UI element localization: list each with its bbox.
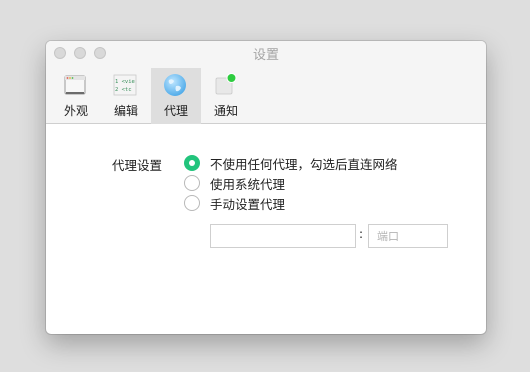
window-icon — [64, 75, 86, 95]
radio-manual-proxy[interactable] — [184, 195, 200, 211]
proxy-port-input[interactable] — [368, 224, 448, 248]
host-port-separator: : — [359, 227, 364, 241]
option-system-proxy-label[interactable]: 使用系统代理 — [210, 174, 285, 193]
radio-no-proxy[interactable] — [184, 155, 200, 171]
tab-appearance[interactable]: 外观 — [51, 68, 101, 124]
proxy-settings-label: 代理设置 — [112, 158, 163, 173]
svg-text:2 <tc: 2 <tc — [115, 87, 132, 93]
option-no-proxy-label[interactable]: 不使用任何代理，勾选后直连网络 — [210, 154, 398, 173]
radio-system-proxy[interactable] — [184, 175, 200, 191]
titlebar-toolbar: 设置 外观 1 <vie 2 <tc 编辑 代理 通知 — [46, 41, 486, 124]
tab-notification[interactable]: 通知 — [201, 68, 251, 124]
tab-editor-label: 编辑 — [113, 104, 138, 118]
window-title: 设置 — [252, 48, 279, 63]
tab-proxy[interactable]: 代理 — [151, 68, 201, 124]
tab-notification-label: 通知 — [213, 104, 238, 118]
notification-badge-icon — [215, 73, 237, 95]
globe-icon — [164, 74, 186, 96]
svg-text:1 <vie: 1 <vie — [115, 79, 135, 85]
proxy-host-input[interactable] — [210, 224, 356, 248]
tab-proxy-label: 代理 — [163, 104, 188, 118]
preferences-window: 设置 外观 1 <vie 2 <tc 编辑 代理 通知 代理设置 不使用任何代理… — [46, 41, 486, 334]
option-manual-proxy-label[interactable]: 手动设置代理 — [210, 194, 285, 213]
code-file-icon: 1 <vie 2 <tc — [113, 74, 137, 96]
tab-appearance-label: 外观 — [63, 104, 88, 118]
tab-editor[interactable]: 1 <vie 2 <tc 编辑 — [101, 68, 151, 124]
